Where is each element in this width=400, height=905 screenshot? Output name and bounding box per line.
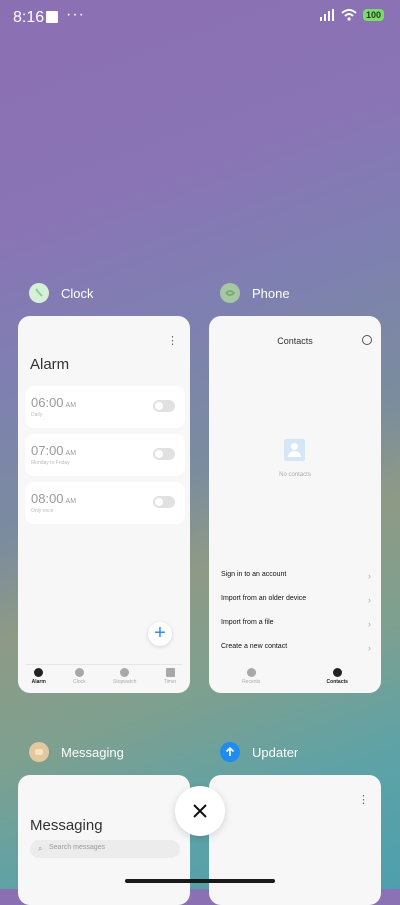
settings-icon[interactable] [362,335,372,345]
chevron-right-icon: › [368,643,371,653]
alarm-time: 07:00 AM [31,443,77,458]
search-messages-input[interactable]: ⌕ Search messages [30,840,180,858]
alarm-title: Alarm [30,356,70,373]
tab-contacts[interactable]: Contacts [327,668,348,685]
tab-alarm[interactable]: Alarm [32,668,46,685]
alarm-icon [34,668,44,677]
tab-timer[interactable]: Timer [164,668,176,685]
clock-app-icon [29,283,49,303]
import-older-device-item[interactable]: Import from an older device › [221,595,371,605]
messaging-app-name: Messaging [61,744,124,760]
updater-app-header[interactable]: Updater [220,742,298,762]
tab-recents[interactable]: Recents [242,668,260,685]
more-options-icon[interactable]: ⋮ [167,334,178,347]
status-icons: 100 [319,9,384,21]
phone-app-icon [220,283,240,303]
tab-stopwatch[interactable]: Stopwatch [113,668,136,685]
status-time: 8:16 [13,9,45,26]
alarm-item[interactable]: 06:00 AM Daily [25,386,185,428]
messaging-app-icon [29,742,49,762]
updater-app-card[interactable]: ⋮ [209,775,381,905]
person-icon [332,668,342,677]
contacts-title: Contacts [277,336,313,346]
import-file-item[interactable]: Import from a file › [221,619,371,629]
chevron-right-icon: › [368,619,371,629]
stopwatch-icon [120,668,130,677]
add-alarm-button[interactable]: + [148,622,172,646]
more-options-icon[interactable]: ⋮ [358,793,369,806]
tab-clock[interactable]: Clock [73,668,86,685]
alarm-item[interactable]: 08:00 AM Only once [25,482,185,524]
contact-placeholder-icon [284,439,305,461]
updater-app-icon [220,742,240,762]
alarm-item[interactable]: 07:00 AM Monday to Friday [25,434,185,476]
timer-icon [165,668,175,677]
wifi-icon [341,9,357,21]
create-contact-item[interactable]: Create a new contact › [221,643,371,653]
updater-app-name: Updater [252,744,299,760]
messaging-app-card[interactable]: Messaging ⌕ Search messages [18,775,190,905]
alarm-toggle[interactable] [153,448,175,460]
sign-in-account-item[interactable]: Sign in to an account › [221,571,371,581]
search-icon: ⌕ [38,844,43,853]
phone-app-name: Phone [252,285,290,301]
close-icon [193,804,207,818]
chevron-right-icon: › [368,595,371,605]
phone-app-card[interactable]: Contacts No contacts Sign in to an accou… [209,316,381,693]
alarm-toggle[interactable] [153,496,175,508]
clock-app-header[interactable]: Clock [29,283,94,303]
tab-divider [26,664,182,665]
signal-icon [319,9,334,21]
clock-app-card[interactable]: ⋮ Alarm 06:00 AM Daily 07:00 AM Monday to … [18,316,190,693]
phone-bottom-tabs: Recents Contacts [209,668,381,685]
alarm-repeat: Daily [31,412,43,418]
home-indicator[interactable] [125,879,275,883]
clock-bottom-tabs: Alarm Clock Stopwatch Timer [18,668,190,685]
alarm-time: 08:00 AM [31,491,77,506]
battery-icon: 100 [362,9,384,21]
phone-app-header[interactable]: Phone [220,283,290,303]
alarm-time: 06:00 AM [31,395,77,410]
notification-icon [46,11,58,23]
clear-all-button[interactable] [175,786,225,836]
alarm-toggle[interactable] [153,400,175,412]
alarm-repeat: Monday to Friday [31,460,70,466]
messaging-app-header[interactable]: Messaging [29,742,124,762]
messaging-title: Messaging [30,817,103,834]
empty-state-text: No contacts [279,472,311,478]
status-bar: 8:16 ··· 100 [0,0,400,36]
clock-icon [74,668,84,677]
more-notifications-icon: ··· [66,6,85,23]
alarm-repeat: Only once [31,508,54,514]
chevron-right-icon: › [368,571,371,581]
clock-app-name: Clock [61,285,94,301]
phone-icon [246,668,256,677]
